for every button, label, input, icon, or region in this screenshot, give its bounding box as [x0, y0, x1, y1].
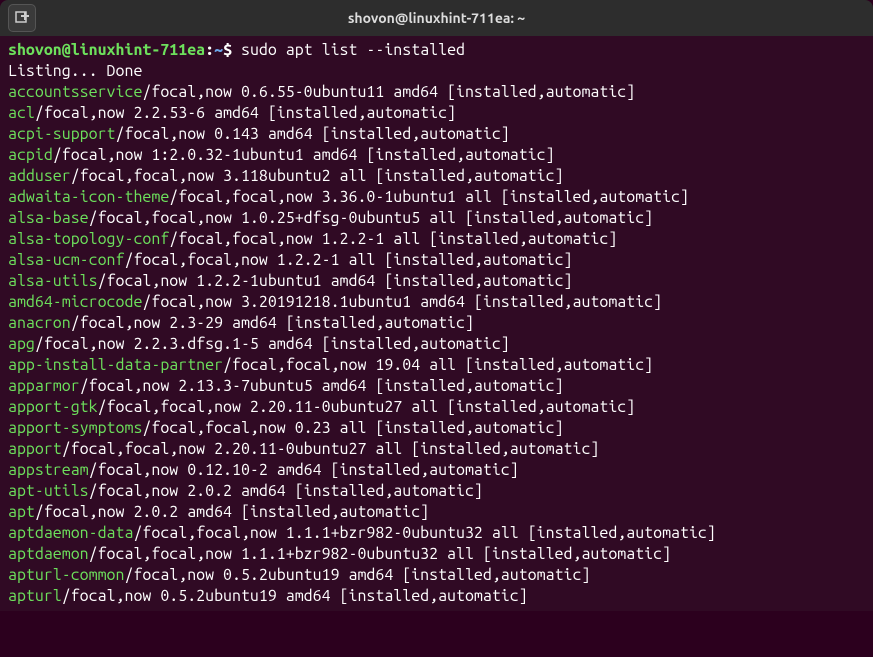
package-name: acpid: [8, 146, 53, 164]
package-line: apt/focal,now 2.0.2 amd64 [installed,aut…: [8, 502, 865, 523]
package-name: aptdaemon: [8, 545, 89, 563]
package-details: /focal,now 0.5.2ubuntu19 amd64 [installe…: [62, 587, 528, 605]
package-line: alsa-topology-conf/focal,focal,now 1.2.2…: [8, 229, 865, 250]
package-details: /focal,now 0.12.10-2 amd64 [installed,au…: [89, 461, 519, 479]
package-name: alsa-utils: [8, 272, 98, 290]
package-line: amd64-microcode/focal,now 3.20191218.1ub…: [8, 292, 865, 313]
package-name: apparmor: [8, 377, 80, 395]
package-details: /focal,focal,now 1.1.1+bzr982-0ubuntu32 …: [89, 545, 671, 563]
package-details: /focal,focal,now 1.0.25+dfsg-0ubuntu5 al…: [89, 209, 653, 227]
package-details: /focal,focal,now 2.20.11-0ubuntu27 all […: [98, 398, 636, 416]
package-line: accountsservice/focal,now 0.6.55-0ubuntu…: [8, 82, 865, 103]
package-details: /focal,now 0.5.2ubuntu19 amd64 [installe…: [124, 566, 590, 584]
terminal-output[interactable]: shovon@linuxhint-711ea:~$ sudo apt list …: [0, 36, 873, 611]
titlebar: shovon@linuxhint-711ea: ~: [0, 0, 873, 36]
package-details: /focal,now 2.2.53-6 amd64 [installed,aut…: [35, 104, 456, 122]
package-line: apt-utils/focal,now 2.0.2 amd64 [install…: [8, 481, 865, 502]
package-line: acpid/focal,now 1:2.0.32-1ubuntu1 amd64 …: [8, 145, 865, 166]
package-line: apturl/focal,now 0.5.2ubuntu19 amd64 [in…: [8, 586, 865, 607]
package-line: adduser/focal,focal,now 3.118ubuntu2 all…: [8, 166, 865, 187]
package-line: appstream/focal,now 0.12.10-2 amd64 [ins…: [8, 460, 865, 481]
package-line: anacron/focal,now 2.3-29 amd64 [installe…: [8, 313, 865, 334]
package-details: /focal,now 2.2.3.dfsg.1-5 amd64 [install…: [35, 335, 510, 353]
package-name: appstream: [8, 461, 89, 479]
package-line: apport-gtk/focal,focal,now 2.20.11-0ubun…: [8, 397, 865, 418]
package-details: /focal,now 1:2.0.32-1ubuntu1 amd64 [inst…: [53, 146, 555, 164]
package-line: alsa-ucm-conf/focal,focal,now 1.2.2-1 al…: [8, 250, 865, 271]
package-name: aptdaemon-data: [8, 524, 133, 542]
package-line: alsa-utils/focal,now 1.2.2-1ubuntu1 amd6…: [8, 271, 865, 292]
prompt-symbol: $: [223, 41, 232, 59]
package-details: /focal,focal,now 1.2.2-1 all [installed,…: [124, 251, 572, 269]
package-details: /focal,focal,now 19.04 all [installed,au…: [223, 356, 653, 374]
package-line: apport/focal,focal,now 2.20.11-0ubuntu27…: [8, 439, 865, 460]
package-line: acpi-support/focal,now 0.143 amd64 [inst…: [8, 124, 865, 145]
package-name: alsa-topology-conf: [8, 230, 169, 248]
package-details: /focal,now 0.6.55-0ubuntu11 amd64 [insta…: [142, 83, 635, 101]
prompt-user: shovon@linuxhint-711ea: [8, 41, 205, 59]
listing-status: Listing... Done: [8, 61, 865, 82]
package-name: adduser: [8, 167, 71, 185]
package-line: adwaita-icon-theme/focal,focal,now 3.36.…: [8, 187, 865, 208]
package-details: /focal,focal,now 2.20.11-0ubuntu27 all […: [62, 440, 600, 458]
package-name: apturl-common: [8, 566, 124, 584]
new-tab-icon: [14, 10, 30, 26]
package-name: alsa-ucm-conf: [8, 251, 124, 269]
prompt-line: shovon@linuxhint-711ea:~$ sudo apt list …: [8, 40, 865, 61]
package-details: /focal,now 2.0.2 amd64 [installed,automa…: [35, 503, 429, 521]
package-name: anacron: [8, 314, 71, 332]
package-line: apport-symptoms/focal,focal,now 0.23 all…: [8, 418, 865, 439]
package-details: /focal,focal,now 1.1.1+bzr982-0ubuntu32 …: [133, 524, 715, 542]
package-line: aptdaemon-data/focal,focal,now 1.1.1+bzr…: [8, 523, 865, 544]
package-line: app-install-data-partner/focal,focal,now…: [8, 355, 865, 376]
prompt-colon: :: [205, 41, 214, 59]
package-name: accountsservice: [8, 83, 142, 101]
package-name: amd64-microcode: [8, 293, 142, 311]
package-details: /focal,now 0.143 amd64 [installed,automa…: [116, 125, 510, 143]
new-tab-button[interactable]: [8, 4, 36, 32]
package-details: /focal,now 2.0.2 amd64 [installed,automa…: [89, 482, 483, 500]
package-line: apparmor/focal,now 2.13.3-7ubuntu5 amd64…: [8, 376, 865, 397]
prompt-path: ~: [214, 41, 223, 59]
package-name: alsa-base: [8, 209, 89, 227]
package-details: /focal,focal,now 3.36.0-1ubuntu1 all [in…: [169, 188, 689, 206]
package-name: app-install-data-partner: [8, 356, 223, 374]
package-name: apt-utils: [8, 482, 89, 500]
package-name: adwaita-icon-theme: [8, 188, 169, 206]
package-line: apg/focal,now 2.2.3.dfsg.1-5 amd64 [inst…: [8, 334, 865, 355]
package-name: acl: [8, 104, 35, 122]
package-details: /focal,focal,now 1.2.2-1 all [installed,…: [169, 230, 617, 248]
package-name: apt: [8, 503, 35, 521]
package-details: /focal,now 2.3-29 amd64 [installed,autom…: [71, 314, 474, 332]
package-details: /focal,now 1.2.2-1ubuntu1 amd64 [install…: [98, 272, 573, 290]
package-name: apport-gtk: [8, 398, 98, 416]
package-line: aptdaemon/focal,focal,now 1.1.1+bzr982-0…: [8, 544, 865, 565]
package-details: /focal,now 2.13.3-7ubuntu5 amd64 [instal…: [80, 377, 564, 395]
package-name: apport-symptoms: [8, 419, 142, 437]
window-title: shovon@linuxhint-711ea: ~: [348, 10, 525, 26]
package-line: acl/focal,now 2.2.53-6 amd64 [installed,…: [8, 103, 865, 124]
package-name: apg: [8, 335, 35, 353]
package-line: apturl-common/focal,now 0.5.2ubuntu19 am…: [8, 565, 865, 586]
command-text: sudo apt list --installed: [232, 41, 465, 59]
package-details: /focal,focal,now 3.118ubuntu2 all [insta…: [71, 167, 564, 185]
package-line: alsa-base/focal,focal,now 1.0.25+dfsg-0u…: [8, 208, 865, 229]
package-name: acpi-support: [8, 125, 116, 143]
package-details: /focal,now 3.20191218.1ubuntu1 amd64 [in…: [142, 293, 662, 311]
package-details: /focal,focal,now 0.23 all [installed,aut…: [142, 419, 563, 437]
package-name: apturl: [8, 587, 62, 605]
package-name: apport: [8, 440, 62, 458]
